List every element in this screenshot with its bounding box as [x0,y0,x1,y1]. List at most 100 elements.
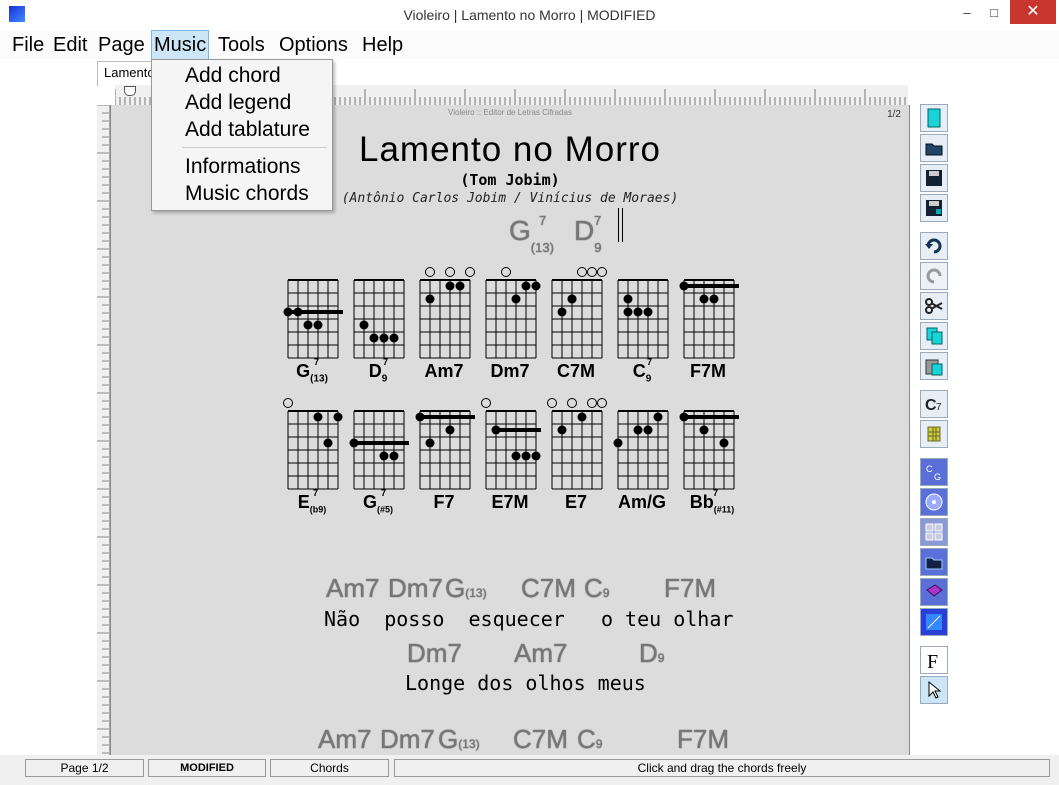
redo-icon[interactable] [920,262,948,290]
menu-help[interactable]: Help [360,31,405,59]
vertical-ruler [97,104,110,755]
open-folder-icon[interactable] [920,134,948,162]
diagram-name: C7M [556,361,595,381]
maximize-button[interactable]: □ [986,5,1002,21]
menu-edit[interactable]: Edit [51,31,89,59]
chord-diagram-g[interactable] [349,410,410,490]
chord-diagram-dm7[interactable] [485,267,541,359]
lyric-chord[interactable]: F7M [677,724,729,755]
menu-add-chord[interactable]: Add chord [185,64,281,88]
about-icon[interactable] [920,608,948,636]
status-hint: Click and drag the chords freely [394,759,1050,777]
window-title: Violeiro | Lamento no Morro | MODIFIED [403,7,656,23]
lyric-chord[interactable]: C9 [584,573,609,604]
diagram-name: E7 [564,492,588,512]
chord-diagram-c7m[interactable] [551,267,607,359]
diagram-name: E7M [491,492,529,512]
save-as-icon[interactable] [920,194,948,222]
chord-diagram-f7m[interactable] [679,279,740,359]
diagram-name: Am7 [424,361,464,381]
new-file-icon[interactable] [920,104,948,132]
transpose-icon[interactable]: CG [920,458,948,486]
chord-diagram-bb[interactable] [679,410,740,490]
right-toolbar: C7 CG F [918,104,950,714]
diagram-name: G(13) 7 [296,357,328,385]
menu-add-tablature[interactable]: Add tablature [185,118,310,142]
chord-sub: 9 [594,240,602,255]
menu-tools[interactable]: Tools [216,31,267,59]
lyric-chord[interactable]: Am7 [514,638,567,669]
lyric-line[interactable]: Longe dos olhos meus [405,671,646,695]
diagram-name: F7M [690,361,726,381]
menu-music-chords[interactable]: Music chords [185,182,309,206]
lyric-chord[interactable]: F7M [664,573,716,604]
diagram-name: C9 7 [632,357,653,385]
menu-add-legend[interactable]: Add legend [185,91,291,115]
svg-text:F: F [927,651,938,670]
chord-diagram-am7[interactable] [419,267,475,359]
chord-sup: 7 [539,213,547,228]
menu-file[interactable]: File [10,31,46,59]
lyric-chord[interactable]: Dm7 [388,573,443,604]
chord-root: D [574,215,595,246]
svg-text:C: C [926,464,933,474]
menu-separator [182,147,327,148]
svg-text:G: G [934,472,941,482]
save-icon[interactable] [920,164,948,192]
chord-diagram-e7m[interactable] [481,398,542,490]
library-folder-icon[interactable] [920,548,948,576]
intro-chord[interactable]: G(13) 7 [509,213,554,255]
undo-icon[interactable] [920,232,948,260]
pointer-icon[interactable] [920,676,948,704]
chord-diagram-g[interactable] [283,279,344,359]
lyric-chord[interactable]: C7M [521,573,576,604]
chord-root: G [509,215,531,246]
lyric-chord[interactable]: D9 [639,638,664,669]
copy-icon[interactable] [920,322,948,350]
lyric-chord[interactable]: G(13) [438,724,480,755]
menu-bar: File Edit Page Music Tools Options Help [0,30,1059,60]
book-icon[interactable] [920,578,948,606]
menu-options[interactable]: Options [277,31,350,59]
lyric-chord[interactable]: Dm7 [407,638,462,669]
lyric-line[interactable]: Não posso esquecer o teu olhar [324,607,733,631]
layout-icon[interactable] [920,518,948,546]
lyric-chord[interactable]: C9 [577,724,602,755]
chord-diagram-c[interactable] [617,279,669,359]
lyric-chord[interactable]: Am7 [318,724,371,755]
diagram-name: E(b9) 7 [297,488,327,515]
intro-chord[interactable]: D9 7 [574,213,602,255]
chord-diagrams[interactable] [111,260,909,520]
chord-sub: (13) [530,240,554,255]
cd-icon[interactable] [920,488,948,516]
close-button[interactable]: ✕ [1010,0,1056,24]
lyric-chord[interactable]: Dm7 [380,724,435,755]
cut-icon[interactable] [920,292,948,320]
lyric-chord[interactable]: G(13) [445,573,487,604]
music-menu-dropdown: Add chord Add legend Add tablature Infor… [151,59,333,211]
chord-diagram-d[interactable] [353,279,405,359]
status-modified: MODIFIED [148,759,266,777]
status-page: Page 1/2 [25,759,144,777]
chord-diagram-e[interactable] [283,398,343,490]
diagram-name: Am/G [617,492,666,512]
lyric-chord[interactable]: C7M [513,724,568,755]
minimize-button[interactable]: – [960,5,974,21]
status-bar: Page 1/2 MODIFIED Chords Click and drag … [0,755,1059,785]
paste-icon[interactable] [920,352,948,380]
diagram-name: F7 [433,492,455,512]
font-icon[interactable]: F [920,646,948,674]
chord-diagram-amg[interactable] [613,410,669,490]
status-mode: Chords [270,759,389,777]
grid-tool-icon[interactable] [920,420,948,448]
chord-diagram-f7[interactable] [415,410,476,490]
chord-sup: 7 [594,213,602,228]
chord-diagram-e7[interactable] [547,398,607,490]
ruler-marker-icon[interactable] [124,86,136,96]
menu-informations[interactable]: Informations [185,155,301,179]
menu-page[interactable]: Page [96,31,147,59]
chord-tool-icon[interactable]: C7 [920,390,948,418]
lyric-chord[interactable]: Am7 [326,573,379,604]
ruler-ticks-v [97,104,109,754]
menu-music[interactable]: Music [150,30,210,60]
